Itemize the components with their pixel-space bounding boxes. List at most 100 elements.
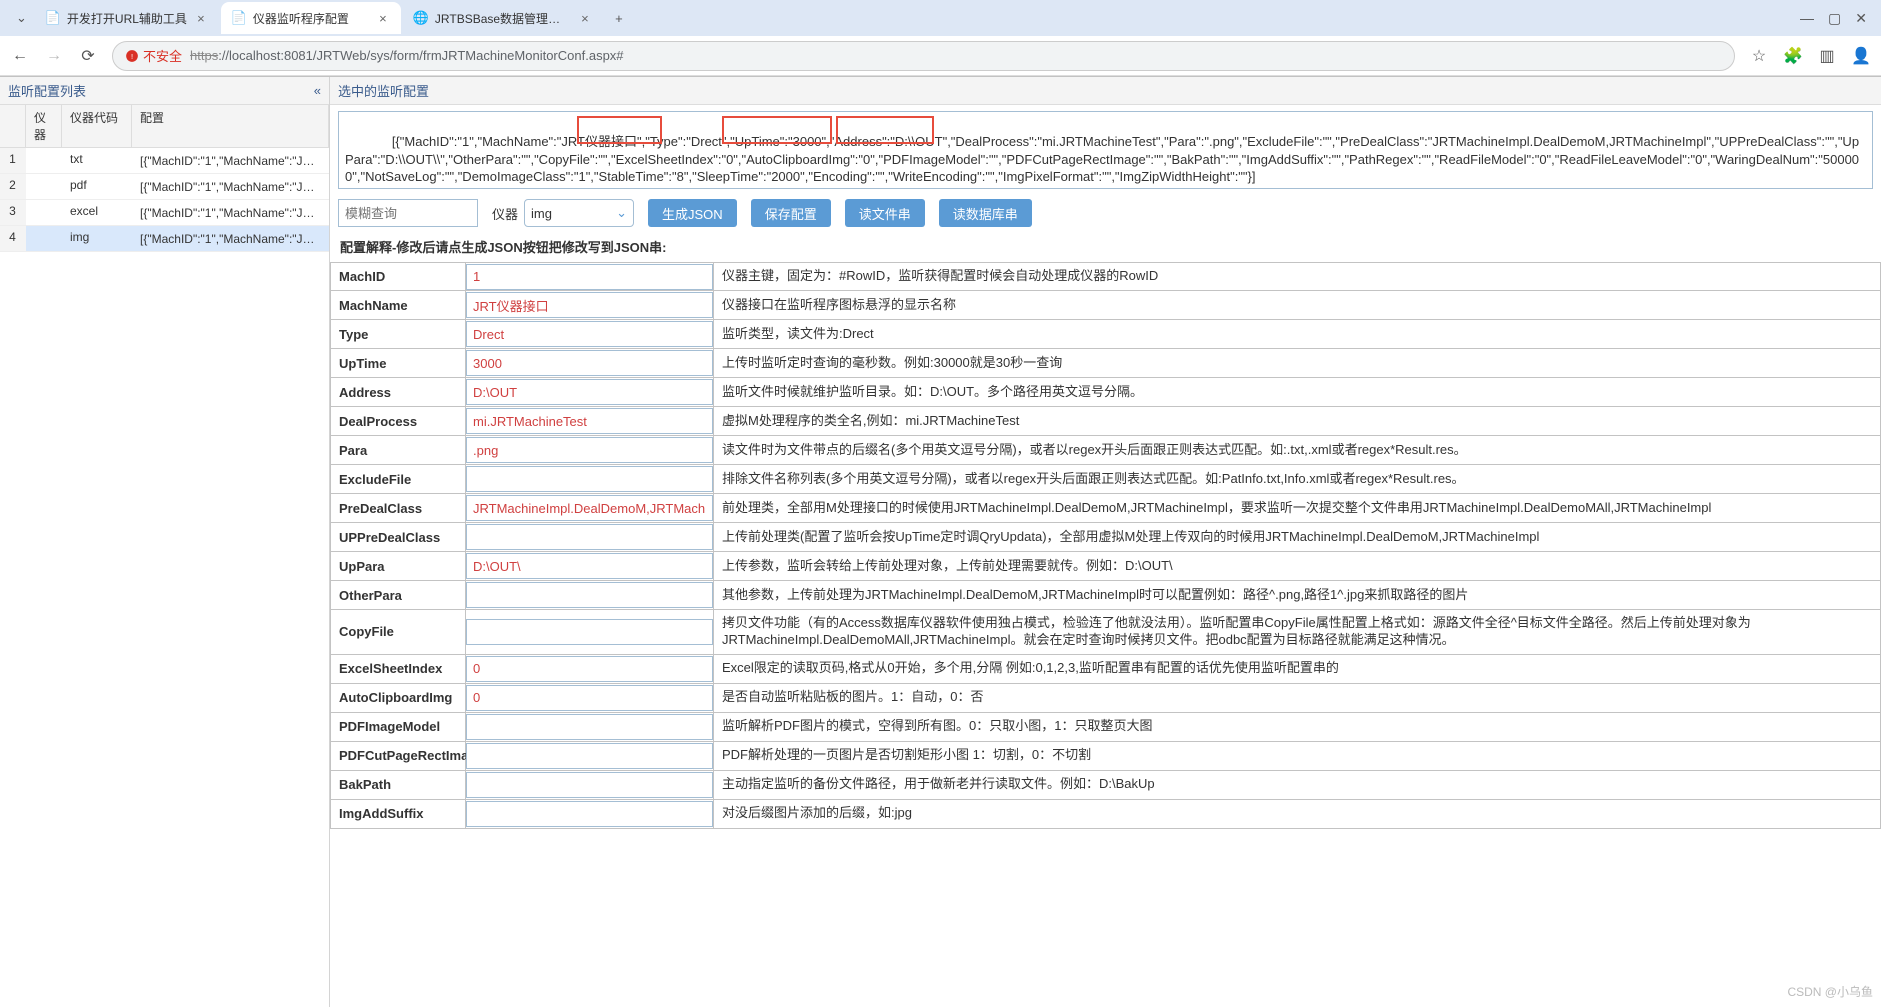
left-panel-title: 监听配置列表 [8, 81, 86, 100]
left-panel: 监听配置列表 « 仪器 仪器代码 配置 1txt[{"MachID":"1","… [0, 77, 330, 1007]
config-value-input[interactable] [466, 379, 713, 405]
config-value-input[interactable] [466, 714, 713, 740]
row-conf: [{"MachID":"1","MachName":"JRT仪… [132, 200, 329, 225]
config-value-input[interactable] [466, 772, 713, 798]
bookmark-icon[interactable]: ☆ [1749, 46, 1769, 66]
tab-1[interactable]: 📄 仪器监听程序配置 × [221, 2, 401, 34]
config-key: MachID [331, 263, 466, 290]
config-row: ImgAddSuffix对没后缀图片添加的后缀，如:jpg [330, 800, 1881, 829]
config-value-input[interactable] [466, 801, 713, 827]
config-json-textarea[interactable]: [{"MachID":"1","MachName":"JRT仪器接口","Typ… [338, 111, 1873, 189]
read-file-button[interactable]: 读文件串 [845, 199, 925, 227]
search-input[interactable] [338, 199, 478, 227]
collapse-left-icon[interactable]: « [314, 83, 321, 98]
grid-row[interactable]: 3excel[{"MachID":"1","MachName":"JRT仪… [0, 200, 329, 226]
config-key: CopyFile [331, 610, 466, 654]
reading-list-icon[interactable]: ▥ [1817, 46, 1837, 66]
row-index: 4 [0, 226, 26, 251]
save-config-button[interactable]: 保存配置 [751, 199, 831, 227]
config-row: DealProcess虚拟M处理程序的类全名,例如：mi.JRTMachineT… [330, 407, 1881, 436]
config-row: MachID仪器主键，固定为：#RowID，监听获得配置时候会自动处理成仪器的R… [330, 262, 1881, 291]
nav-bar: ← → ⟳ ! 不安全 https://localhost:8081/JRTWe… [0, 36, 1881, 76]
row-name [26, 174, 62, 199]
config-value-cell [466, 655, 714, 683]
config-row: UpTime上传时监听定时查询的毫秒数。例如:30000就是30秒一查询 [330, 349, 1881, 378]
close-window-icon[interactable]: ✕ [1855, 10, 1867, 27]
config-form-table: MachID仪器主键，固定为：#RowID，监听获得配置时候会自动处理成仪器的R… [330, 262, 1881, 1007]
row-name [26, 200, 62, 225]
row-name [26, 148, 62, 173]
config-value-input[interactable] [466, 553, 713, 579]
row-code: img [62, 226, 132, 251]
grid-header-index [0, 105, 26, 147]
config-description: 虚拟M处理程序的类全名,例如：mi.JRTMachineTest [714, 407, 1880, 435]
reload-button[interactable]: ⟳ [78, 46, 98, 66]
grid-row[interactable]: 2pdf[{"MachID":"1","MachName":"JRT仪… [0, 174, 329, 200]
right-panel-header: 选中的监听配置 [330, 77, 1881, 105]
config-value-input[interactable] [466, 466, 713, 492]
close-icon[interactable]: × [193, 10, 209, 26]
config-value-cell [466, 436, 714, 464]
config-description: 仪器接口在监听程序图标悬浮的显示名称 [714, 291, 1880, 319]
tabs-dropdown[interactable]: ⌄ [8, 10, 35, 26]
url-bar[interactable]: ! 不安全 https://localhost:8081/JRTWeb/sys/… [112, 41, 1735, 71]
config-value-input[interactable] [466, 350, 713, 376]
url-text: https://localhost:8081/JRTWeb/sys/form/f… [190, 48, 1722, 63]
security-warning: ! 不安全 [125, 46, 182, 65]
config-row: ExcelSheetIndexExcel限定的读取页码,格式从0开始，多个用,分… [330, 655, 1881, 684]
grid-row[interactable]: 4img[{"MachID":"1","MachName":"JRT仪… [0, 226, 329, 252]
config-key: BakPath [331, 771, 466, 799]
config-value-cell [466, 263, 714, 290]
config-value-input[interactable] [466, 685, 713, 711]
profile-icon[interactable]: 👤 [1851, 46, 1871, 66]
config-description: 上传时监听定时查询的毫秒数。例如:30000就是30秒一查询 [714, 349, 1880, 377]
config-row: PDFCutPageRectImagePDF解析处理的一页图片是否切割矩形小图 … [330, 742, 1881, 771]
config-description: 上传前处理类(配置了监听会按UpTime定时调QryUpdata)，全部用虚拟M… [714, 523, 1880, 551]
config-description: 拷贝文件功能（有的Access数据库仪器软件使用独占模式，检验连了他就没法用）。… [714, 610, 1880, 654]
grid-header-name[interactable]: 仪器 [26, 105, 62, 147]
new-tab-button[interactable]: + [605, 4, 633, 32]
read-db-button[interactable]: 读数据库串 [939, 199, 1032, 227]
config-value-input[interactable] [466, 495, 713, 521]
right-panel-title: 选中的监听配置 [338, 81, 429, 100]
config-value-input[interactable] [466, 321, 713, 347]
config-value-cell [466, 800, 714, 828]
config-value-input[interactable] [466, 619, 713, 645]
config-value-input[interactable] [466, 264, 713, 290]
config-key: ImgAddSuffix [331, 800, 466, 828]
grid-header: 仪器 仪器代码 配置 [0, 105, 329, 148]
config-value-input[interactable] [466, 743, 713, 769]
config-value-cell [466, 610, 714, 654]
tab-title: 开发打开URL辅助工具 [67, 10, 187, 27]
config-value-input[interactable] [466, 582, 713, 608]
config-key: ExcludeFile [331, 465, 466, 493]
config-value-input[interactable] [466, 656, 713, 682]
grid-header-code[interactable]: 仪器代码 [62, 105, 132, 147]
generate-json-button[interactable]: 生成JSON [648, 199, 737, 227]
forward-button[interactable]: → [44, 47, 64, 65]
config-row: Type监听类型，读文件为:Drect [330, 320, 1881, 349]
config-value-input[interactable] [466, 524, 713, 550]
extensions-icon[interactable]: 🧩 [1783, 46, 1803, 66]
config-json-text: [{"MachID":"1","MachName":"JRT仪器接口","Typ… [345, 134, 1859, 184]
minimize-icon[interactable]: — [1800, 10, 1814, 26]
config-value-input[interactable] [466, 437, 713, 463]
grid-header-conf[interactable]: 配置 [132, 105, 329, 147]
tab-2[interactable]: 🌐 JRTBSBase数据管理工具 × [403, 2, 603, 34]
tab-0[interactable]: 📄 开发打开URL辅助工具 × [35, 2, 219, 34]
close-icon[interactable]: × [577, 10, 593, 26]
globe-icon: 🌐 [413, 10, 429, 26]
workspace: 监听配置列表 « 仪器 仪器代码 配置 1txt[{"MachID":"1","… [0, 77, 1881, 1007]
config-value-input[interactable] [466, 408, 713, 434]
close-icon[interactable]: × [375, 10, 391, 26]
grid-row[interactable]: 1txt[{"MachID":"1","MachName":"JRT仪… [0, 148, 329, 174]
maximize-icon[interactable]: ▢ [1828, 10, 1841, 27]
row-index: 2 [0, 174, 26, 199]
config-description: 上传参数，监听会转给上传前处理对象，上传前处理需要就传。例如：D:\OUT\ [714, 552, 1880, 580]
filter-label: 仪器 [492, 204, 518, 223]
config-value-cell [466, 684, 714, 712]
config-row: CopyFile 拷贝文件功能（有的Access数据库仪器软件使用独占模式，检验连… [330, 610, 1881, 655]
back-button[interactable]: ← [10, 47, 30, 65]
config-value-input[interactable] [466, 292, 713, 318]
instrument-combo[interactable]: img ⌄ [524, 199, 634, 227]
